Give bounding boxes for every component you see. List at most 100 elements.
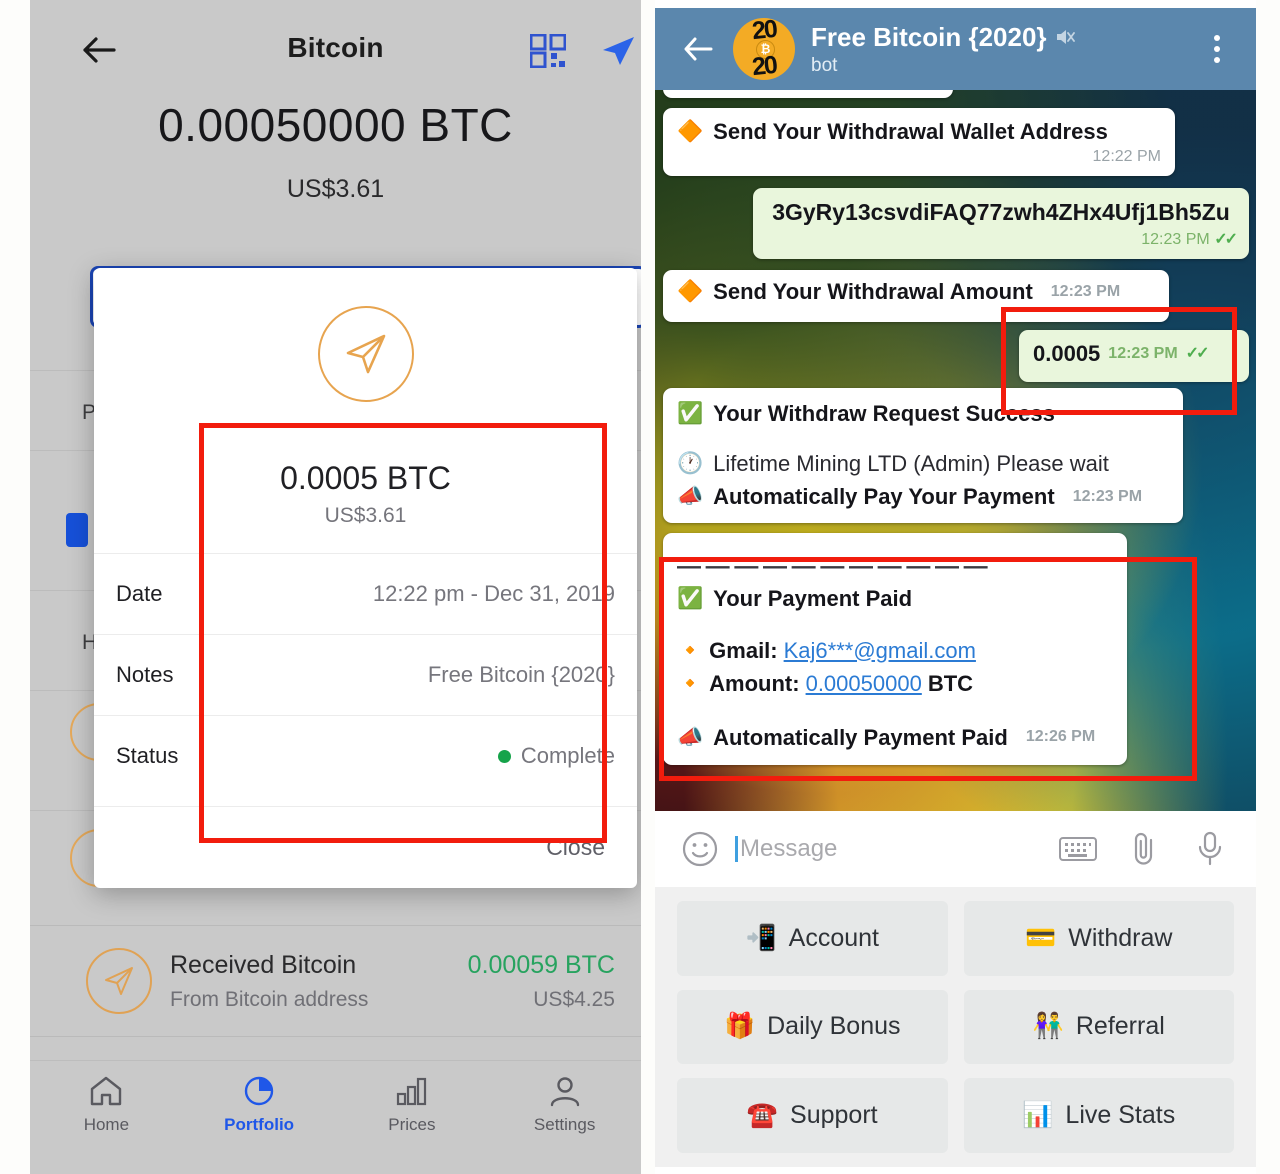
chat-bubble-incoming[interactable]: ✅ Your Withdraw Request Success 🕐 Lifeti… <box>663 388 1183 523</box>
chat-bubble-partial[interactable] <box>663 90 953 98</box>
chat-message-list[interactable]: 🔶 Send Your Withdrawal Wallet Address 12… <box>655 90 1256 811</box>
bubble-text-row: 🔶 Send Your Withdrawal Wallet Address <box>677 118 1161 146</box>
smiley-face-icon[interactable] <box>681 830 719 868</box>
status-text: Complete <box>520 743 615 768</box>
bubble-divider: — — — — — — — — — — — <box>677 553 988 580</box>
bot-button-label: Referral <box>1075 1012 1165 1041</box>
bubble-text: 0.0005 <box>1033 341 1101 366</box>
chat-title-block[interactable]: Free Bitcoin {2020} bot <box>811 22 1202 77</box>
bubble-text: Your Withdraw Request Success <box>713 401 1055 426</box>
send-plane-circle-icon <box>86 948 152 1014</box>
wallet-top-bar: Bitcoin <box>30 14 641 86</box>
row-label: Status <box>116 743 179 768</box>
bot-button-withdraw[interactable]: 💳 Withdraw <box>963 901 1234 976</box>
couple-icon: 👫 <box>1032 1012 1064 1041</box>
chat-bubble-outgoing[interactable]: 0.0005 12:23 PM ✓✓ <box>1019 330 1249 382</box>
bubble-text: Your Payment Paid <box>713 586 913 611</box>
home-icon <box>30 1071 183 1111</box>
bubble-text: 3GyRy13csvdiFAQ77zwh4ZHx4Ufj1Bh5Zu <box>772 199 1230 225</box>
avatar[interactable]: 20 ₿ 20 <box>733 18 795 80</box>
muted-speaker-icon <box>1055 28 1075 46</box>
transaction-type-icon-wrap <box>94 306 637 402</box>
bubble-text-row: ✅ Your Payment Paid <box>677 585 1113 613</box>
chat-bubble-incoming[interactable]: 🔶 Send Your Withdrawal Amount 12:23 PM <box>663 270 1169 322</box>
back-arrow-icon[interactable] <box>681 32 715 66</box>
bot-button-referral[interactable]: 👫 Referral <box>963 989 1234 1065</box>
check-mark-button-icon: ✅ <box>677 402 704 426</box>
mobile-phone-arrow-icon: 📲 <box>745 923 777 952</box>
bubble-text: Lifetime Mining LTD (Admin) Please wait <box>713 450 1109 476</box>
list-item-amount: 0.00059 BTC <box>467 951 615 979</box>
keyboard-icon[interactable] <box>1058 829 1098 869</box>
nav-label: Prices <box>388 1115 436 1134</box>
amount-label: Amount: <box>709 671 800 696</box>
amount-value-link[interactable]: 0.00050000 <box>806 670 922 698</box>
row-value: 12:22 pm - Dec 31, 2019 <box>372 581 615 606</box>
bubble-gmail-row: 🔸 Gmail: Kaj6***@gmail.com <box>677 637 1113 665</box>
overflow-menu-icon[interactable] <box>1202 35 1232 63</box>
bot-button-account[interactable]: 📲 Account <box>677 901 948 976</box>
bot-button-label: Support <box>790 1101 878 1130</box>
clock-icon: 🕐 <box>677 451 704 475</box>
bubble-text-row: 🕐 Lifetime Mining LTD (Admin) Please wai… <box>677 450 1169 478</box>
chat-bubble-incoming[interactable]: 🔶 Send Your Withdrawal Wallet Address 12… <box>663 108 1175 176</box>
bar-chart-icon <box>336 1071 489 1111</box>
message-placeholder: Message <box>740 835 838 862</box>
row-label: Date <box>116 581 163 606</box>
list-item-fiat: US$4.25 <box>533 988 615 1011</box>
nav-label: Settings <box>533 1115 596 1134</box>
message-timestamp: 12:26 PM <box>1025 728 1096 746</box>
bot-keyboard: 📲 Account 💳 Withdraw 🎁 Daily Bonus 👫 Ref… <box>655 887 1256 1167</box>
pie-chart-icon <box>183 1071 336 1111</box>
bot-button-label: Withdraw <box>1068 923 1173 952</box>
bot-button-daily-bonus[interactable]: 🎁 Daily Bonus <box>677 989 948 1065</box>
list-item-subtitle: From Bitcoin address <box>170 988 369 1011</box>
megaphone-icon: 📣 <box>677 725 704 749</box>
row-label: Notes <box>116 662 174 687</box>
nav-item-home[interactable]: Home <box>30 1071 183 1135</box>
bottom-navigation: Home Portfolio Prices Settings <box>30 1060 641 1166</box>
text-caret <box>735 836 738 862</box>
bot-button-live-stats[interactable]: 📊 Live Stats <box>963 1078 1234 1153</box>
list-item-title: Received Bitcoin <box>170 951 357 979</box>
table-row: Status Complete <box>94 715 637 796</box>
send-plane-icon[interactable] <box>600 34 640 70</box>
check-mark-button-icon: ✅ <box>677 587 704 611</box>
telegram-chat-header: 20 ₿ 20 Free Bitcoin {2020} bot <box>655 8 1256 90</box>
blue-indicator <box>66 513 88 547</box>
chat-title: Free Bitcoin {2020} <box>811 21 1047 52</box>
status-badge: Complete <box>497 743 615 769</box>
amount-unit: BTC <box>927 671 974 696</box>
chat-subtitle: bot <box>811 54 838 76</box>
list-item-received-bitcoin[interactable]: Received Bitcoin From Bitcoin address 0.… <box>30 925 641 1037</box>
paperclip-icon[interactable] <box>1124 829 1164 869</box>
nav-item-settings[interactable]: Settings <box>488 1071 641 1135</box>
bubble-text-row: 3GyRy13csvdiFAQ77zwh4ZHx4Ufj1Bh5Zu <box>767 198 1235 227</box>
search-input[interactable]: Message <box>735 835 1058 863</box>
message-timestamp: 12:23 PM <box>1108 344 1178 362</box>
bot-button-label: Live Stats <box>1065 1101 1176 1130</box>
message-timestamp: 12:23 PM <box>1141 230 1210 248</box>
gmail-value-link[interactable]: Kaj6***@gmail.com <box>784 637 976 665</box>
gift-icon: 🎁 <box>723 1012 756 1041</box>
chat-bubble-incoming[interactable]: — — — — — — — — — — — ✅ Your Payment Pai… <box>663 533 1127 765</box>
transaction-detail-rows: Date 12:22 pm - Dec 31, 2019 Notes Free … <box>94 553 637 796</box>
nav-item-portfolio[interactable]: Portfolio <box>183 1071 336 1135</box>
chat-bubble-outgoing[interactable]: 3GyRy13csvdiFAQ77zwh4ZHx4Ufj1Bh5Zu 12:23… <box>753 188 1249 259</box>
close-button[interactable]: Close <box>546 834 605 861</box>
double-check-icon: ✓✓ <box>1214 230 1238 248</box>
bubble-text-row: 🔶 Send Your Withdrawal Amount 12:23 PM <box>677 278 1155 306</box>
dialog-footer: Close <box>94 806 637 888</box>
bubble-text: Automatically Pay Your Payment <box>713 484 1055 509</box>
transaction-amount: 0.0005 BTC <box>280 460 451 496</box>
nav-label: Portfolio <box>224 1115 295 1134</box>
telephone-icon: ☎️ <box>746 1101 779 1130</box>
megaphone-icon: 📣 <box>677 485 704 509</box>
microphone-icon[interactable] <box>1190 829 1230 869</box>
qr-code-icon[interactable] <box>529 33 570 70</box>
wallet-app-panel: Bitcoin 0.00050000 BTC US$3.61 P H 0.000… <box>30 0 641 1174</box>
bot-button-label: Daily Bonus <box>767 1012 901 1041</box>
double-check-icon: ✓✓ <box>1185 344 1210 362</box>
nav-item-prices[interactable]: Prices <box>336 1071 489 1135</box>
bot-button-support[interactable]: ☎️ Support <box>677 1078 948 1153</box>
